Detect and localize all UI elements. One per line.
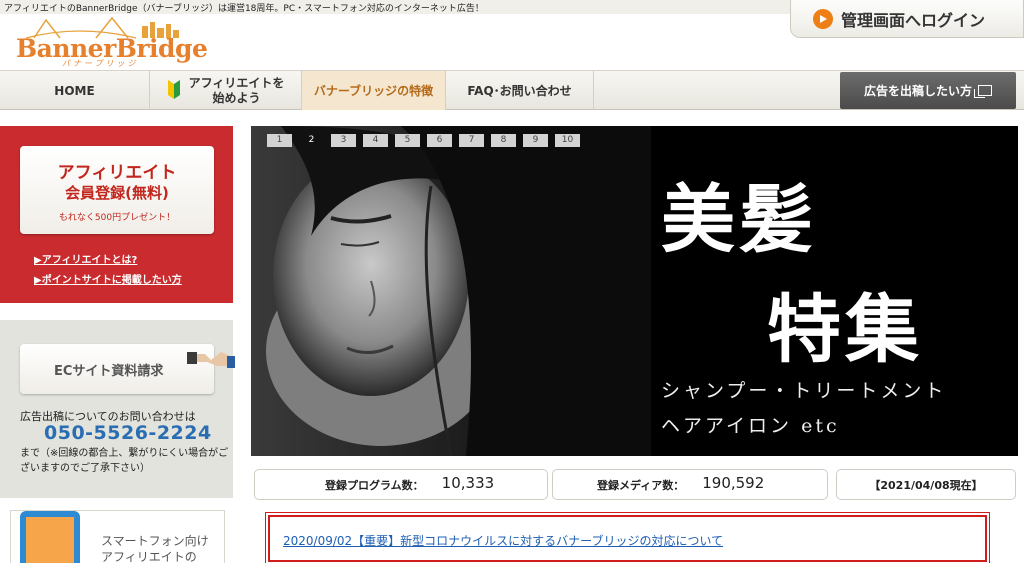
play-arrow-icon <box>813 8 833 29</box>
hero-subtitle-line2: ヘアアイロン etc <box>661 415 840 437</box>
admin-login-label: 管理画面へログイン <box>841 10 986 30</box>
advertiser-label: 広告を出稿したい方 <box>863 84 972 98</box>
hero-slider[interactable]: 1 2 3 4 5 6 7 8 9 10 美髪 特集 シャンプー・トリートメント ヘアアイロン e… <box>251 126 1018 456</box>
main-nav: HOME アフィリエイトを 始めよう バナーブリッジの特徴 FAQ･お問い合わせ… <box>0 70 1024 110</box>
nav-faq-contact[interactable]: FAQ･お問い合わせ <box>446 71 594 110</box>
ec-document-request-label: ECサイト資料請求 <box>54 363 164 379</box>
media-count-box: 登録メディア数： 190,592 <box>552 469 828 500</box>
slider-page-button[interactable]: 9 <box>523 134 548 147</box>
smartphone-line1: スマートフォン向け <box>101 534 209 548</box>
smartphone-affiliate-banner[interactable]: スマートフォン向け アフィリエイトの <box>10 510 225 563</box>
slider-page-button[interactable]: 1 <box>267 134 292 147</box>
site-tagline: アフィリエイトのBannerBridge（バナーブリッジ）は運営18周年。PC・… <box>4 4 484 14</box>
logo-kana: バナーブリッジ <box>62 59 139 68</box>
ec-phone-number[interactable]: 050-5526-2224 <box>44 422 212 444</box>
slider-pagination: 1 2 3 4 5 6 7 8 9 10 <box>267 134 587 147</box>
slider-page-button[interactable]: 5 <box>395 134 420 147</box>
advertiser-button[interactable]: 広告を出稿したい方 <box>840 72 1016 109</box>
slider-page-button[interactable]: 4 <box>363 134 388 147</box>
stats-date-box: 【2021/04/08現在】 <box>836 469 1016 500</box>
smartphone-line2: アフィリエイトの <box>101 550 197 563</box>
media-count-value: 190,592 <box>702 473 765 492</box>
nav-home[interactable]: HOME <box>0 71 150 110</box>
external-window-icon <box>974 85 992 98</box>
affiliate-signup-subtitle: 会員登録(無料) <box>65 184 169 202</box>
beginner-leaf-icon <box>167 78 181 103</box>
smartphone-icon <box>20 511 80 563</box>
site-logo[interactable]: BannerBridge バナーブリッジ <box>16 16 208 68</box>
ec-inquiry-note: まで（※回線の都合上、繋がりにくい場合がございますのでご了承下さい） <box>20 448 229 474</box>
program-count-label: 登録プログラム数： <box>325 478 424 492</box>
ec-document-request-button[interactable]: ECサイト資料請求 <box>20 344 214 394</box>
hero-headline-line2: 特集 <box>767 287 923 373</box>
slider-page-button[interactable]: 7 <box>459 134 484 147</box>
nav-start-line1: アフィリエイトを <box>188 75 285 90</box>
handshake-icon <box>187 352 235 368</box>
slider-page-button[interactable]: 6 <box>427 134 452 147</box>
nav-start-line2: 始めよう <box>212 90 261 105</box>
slider-page-button[interactable]: 8 <box>491 134 516 147</box>
media-count-label: 登録メディア数： <box>597 478 685 492</box>
slider-page-button[interactable]: 10 <box>555 134 580 147</box>
program-count-box: 登録プログラム数： 10,333 <box>254 469 548 500</box>
point-site-link[interactable]: ▶ポイントサイトに掲載したい方 <box>34 271 182 286</box>
ec-inquiry-panel: ECサイト資料請求 広告出稿についてのお問い合わせは 050-5526-2224… <box>0 320 235 498</box>
admin-login-button[interactable]: 管理画面へログイン <box>790 0 1024 38</box>
hero-subtitle-line1: シャンプー・トリートメント <box>661 380 947 402</box>
nav-start-affiliate[interactable]: アフィリエイトを 始めよう <box>150 71 302 110</box>
nav-start-label: アフィリエイトを 始めよう <box>189 76 285 106</box>
smartphone-banner-text: スマートフォン向け アフィリエイトの <box>101 533 209 563</box>
nav-features[interactable]: バナーブリッジの特徴 <box>302 71 446 110</box>
affiliate-signup-title: アフィリエイト <box>57 163 177 183</box>
slider-page-button[interactable]: 2 <box>299 134 324 147</box>
important-notice-box: 2020/09/02【重要】新型コロナウイルスに対するバナーブリッジの対応につい… <box>265 512 990 563</box>
affiliate-signup-button[interactable]: アフィリエイト 会員登録(無料) もれなく500円プレゼント！ <box>20 146 214 234</box>
affiliate-signup-gift: もれなく500円プレゼント！ <box>58 213 176 223</box>
program-count-value: 10,333 <box>441 473 495 492</box>
slider-page-button[interactable]: 3 <box>331 134 356 147</box>
hero-headline-line1: 美髪 <box>661 177 817 263</box>
what-is-affiliate-link[interactable]: ▶アフィリエイトとは? <box>34 251 137 266</box>
hero-portrait-image <box>251 126 651 456</box>
covid-notice-link[interactable]: 2020/09/02【重要】新型コロナウイルスに対するバナーブリッジの対応につい… <box>283 532 723 549</box>
